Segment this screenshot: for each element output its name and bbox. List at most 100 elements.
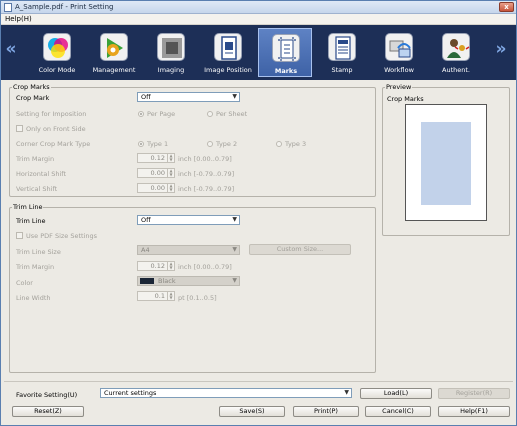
tab-workflow[interactable]: Workflow xyxy=(372,28,426,77)
tab-label: Color Mode xyxy=(38,66,76,74)
select-value: A4 xyxy=(141,246,150,254)
tab-stamp[interactable]: Stamp xyxy=(315,28,369,77)
reset-button[interactable]: Reset(Z) xyxy=(12,406,84,417)
per-sheet-radio[interactable] xyxy=(207,111,213,117)
imposition-label: Setting for Imposition xyxy=(16,110,87,118)
stepper-value: 0.00 xyxy=(150,184,165,192)
trim-line-select[interactable]: Off ▼ xyxy=(137,215,240,225)
tab-authentication[interactable]: Authent. xyxy=(429,28,483,77)
marks-icon xyxy=(272,34,300,62)
tab-label: Stamp xyxy=(331,66,353,74)
group-title: Crop Marks xyxy=(12,83,51,91)
stepper-value: 0.00 xyxy=(150,169,165,177)
color-swatch xyxy=(140,278,154,284)
management-icon xyxy=(100,33,128,61)
scroll-left-button[interactable]: « xyxy=(5,37,17,63)
tab-image-position[interactable]: Image Position xyxy=(201,28,255,77)
per-sheet-label: Per Sheet xyxy=(216,110,248,118)
corner-type-label: Corner Crop Mark Type xyxy=(16,140,91,148)
chevron-down-icon: ▼ xyxy=(232,277,237,284)
tab-label: Management xyxy=(92,66,136,74)
stamp-icon xyxy=(328,33,356,61)
spin-arrows-icon: ▲ ▼ xyxy=(167,262,174,270)
spin-arrows-icon: ▲ ▼ xyxy=(167,292,174,300)
tab-label: Imaging xyxy=(157,66,185,74)
per-page-label: Per Page xyxy=(147,110,176,118)
cancel-button[interactable]: Cancel(C) xyxy=(365,406,431,417)
color-mode-icon xyxy=(43,33,71,61)
imaging-icon xyxy=(157,33,185,61)
vertical-shift-stepper[interactable]: 0.00 ▲ ▼ xyxy=(137,183,175,193)
tab-color-mode[interactable]: Color Mode xyxy=(30,28,84,77)
crop-mark-select[interactable]: Off ▼ xyxy=(137,92,240,102)
tab-label: Image Position xyxy=(204,66,252,74)
workflow-icon xyxy=(385,33,413,61)
stepper-value: 0.12 xyxy=(150,262,165,270)
trim-line-margin-unit: inch [0.00..0.79] xyxy=(178,263,232,271)
help-button[interactable]: Help(F1) xyxy=(438,406,510,417)
tab-marks[interactable]: Marks xyxy=(258,28,312,77)
group-title: Trim Line xyxy=(12,203,44,211)
type3-radio[interactable] xyxy=(276,141,282,147)
trim-line-label: Trim Line xyxy=(16,217,46,225)
favorite-setting-select[interactable]: Current settings ▼ xyxy=(100,388,352,398)
register-button[interactable]: Register(R) xyxy=(438,388,510,399)
type2-radio[interactable] xyxy=(207,141,213,147)
scroll-right-button[interactable]: » xyxy=(495,37,507,63)
favorite-setting-label: Favorite Setting(U) xyxy=(16,391,78,399)
color-label: Color xyxy=(16,279,33,287)
select-value: Off xyxy=(141,93,151,101)
chevron-down-icon: ▼ xyxy=(344,389,349,396)
chevron-down-icon: ▼ xyxy=(232,216,237,223)
type2-label: Type 2 xyxy=(216,140,238,148)
function-toolbar: « Color Mode Management Imaging Image Po… xyxy=(1,25,516,80)
menu-bar: Help(H) xyxy=(1,14,516,25)
use-pdf-size-checkbox[interactable] xyxy=(16,232,23,239)
print-setting-window: A_Sample.pdf - Print Setting x Help(H) «… xyxy=(0,0,517,426)
trim-margin-label: Trim Margin xyxy=(16,263,55,271)
print-button[interactable]: Print(P) xyxy=(293,406,359,417)
type3-label: Type 3 xyxy=(285,140,307,148)
per-page-radio[interactable] xyxy=(138,111,144,117)
preview-title: Preview xyxy=(385,83,413,91)
horizontal-shift-stepper[interactable]: 0.00 ▲ ▼ xyxy=(137,168,175,178)
chevron-down-icon: ▼ xyxy=(232,246,237,253)
title-bar: A_Sample.pdf - Print Setting x xyxy=(1,1,516,14)
select-value: Current settings xyxy=(104,389,157,397)
preview-page xyxy=(405,104,487,221)
spin-arrows-icon: ▲ ▼ xyxy=(167,154,174,162)
trim-margin-stepper[interactable]: 0.12 ▲ ▼ xyxy=(137,153,175,163)
menu-help[interactable]: Help(H) xyxy=(5,15,32,23)
stepper-value: 0.12 xyxy=(150,154,165,162)
spin-arrows-icon: ▲ ▼ xyxy=(167,169,174,177)
only-front-checkbox[interactable] xyxy=(16,125,23,132)
type1-radio[interactable] xyxy=(138,141,144,147)
document-icon xyxy=(4,3,12,12)
custom-size-button[interactable]: Custom Size... xyxy=(249,244,351,255)
trim-margin-label: Trim Margin xyxy=(16,155,55,163)
authentication-icon xyxy=(442,33,470,61)
select-value: Off xyxy=(141,216,151,224)
trim-line-size-select[interactable]: A4 ▼ xyxy=(137,245,240,255)
load-button[interactable]: Load(L) xyxy=(360,388,432,399)
save-button[interactable]: Save(S) xyxy=(219,406,285,417)
preview-image-area xyxy=(421,122,471,205)
line-width-stepper[interactable]: 0.1 ▲ ▼ xyxy=(137,291,175,301)
tab-management[interactable]: Management xyxy=(87,28,141,77)
line-width-unit: pt [0.1..0.5] xyxy=(178,294,217,302)
color-select[interactable]: Black ▼ xyxy=(137,276,240,286)
crop-mark-label: Crop Mark xyxy=(16,94,50,102)
vertical-shift-unit: inch [-0.79..0.79] xyxy=(178,185,235,193)
close-button[interactable]: x xyxy=(499,2,514,12)
window-title: A_Sample.pdf - Print Setting xyxy=(15,3,114,11)
tab-imaging[interactable]: Imaging xyxy=(144,28,198,77)
horizontal-shift-unit: inch [-0.79..0.79] xyxy=(178,170,235,178)
trim-line-margin-stepper[interactable]: 0.12 ▲ ▼ xyxy=(137,261,175,271)
stepper-value: 0.1 xyxy=(154,292,165,300)
tab-label: Marks xyxy=(274,67,298,75)
chevron-down-icon: ▼ xyxy=(232,93,237,100)
vertical-shift-label: Vertical Shift xyxy=(16,185,58,193)
image-position-icon xyxy=(214,33,242,61)
spin-arrows-icon: ▲ ▼ xyxy=(167,184,174,192)
type1-label: Type 1 xyxy=(147,140,169,148)
